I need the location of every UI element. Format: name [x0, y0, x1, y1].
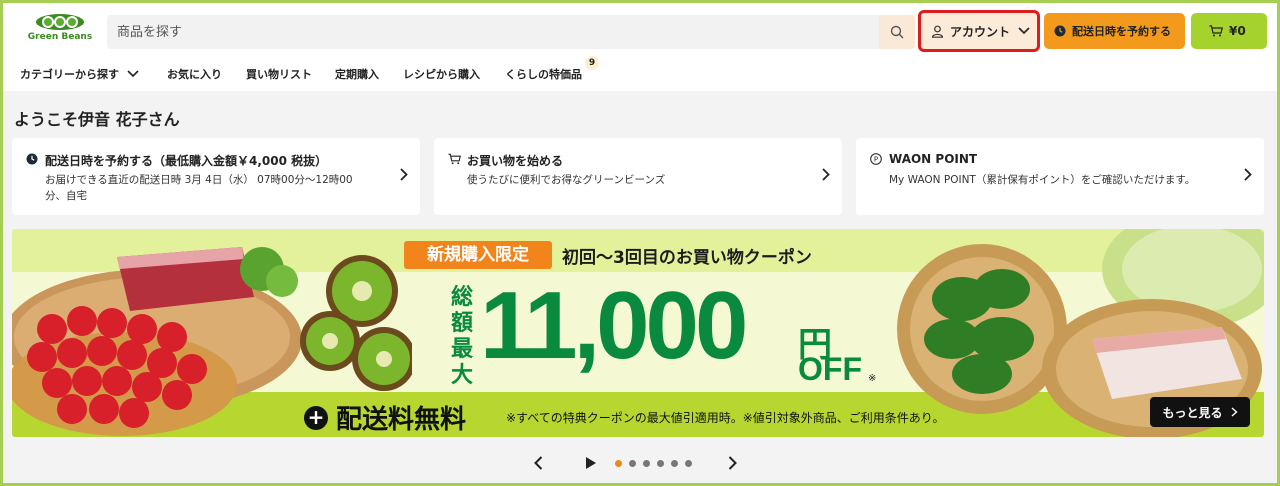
svg-text:P: P — [874, 156, 878, 164]
card-description: My WAON POINT（累計保有ポイント）をご確認いただけます。 — [889, 174, 1196, 186]
plus-icon: + — [304, 406, 328, 430]
banner-amount: 11,000 — [480, 272, 748, 379]
banner-note: ※すべての特典クーポンの最大値引適用時。※値引対象外商品、ご利用条件あり。 — [506, 411, 945, 425]
welcome-message: ようこそ伊音 花子さん — [14, 110, 180, 129]
logo-text: Green Beans — [27, 32, 93, 42]
chevron-right-icon — [1231, 407, 1238, 417]
nav-item-favorites[interactable]: お気に入り — [167, 66, 222, 82]
delivery-reserve-button[interactable]: 配送日時を予約する — [1044, 13, 1185, 49]
start-shopping-card[interactable]: お買い物を始める 使うたびに便利でお得なグリーンビーンズ — [434, 138, 842, 215]
clock-icon — [26, 153, 38, 165]
carousel-dot[interactable] — [671, 460, 678, 467]
carousel-dot[interactable] — [657, 460, 664, 467]
nav-item-recipes[interactable]: レシピから購入 — [403, 66, 480, 82]
waon-point-card[interactable]: P WAON POINT My WAON POINT（累計保有ポイント）をご確認… — [856, 138, 1264, 215]
cart-icon — [448, 153, 461, 165]
point-icon: P — [870, 153, 882, 165]
logo[interactable]: Green Beans — [25, 13, 95, 49]
carousel-next-button[interactable] — [728, 456, 737, 470]
carousel-prev-button[interactable] — [534, 456, 543, 470]
promo-banner[interactable]: 新規購入限定 初回～3回目のお買い物クーポン 総額 最大 11,000 円 OF… — [12, 229, 1264, 437]
green-beans-logo-icon — [36, 14, 84, 30]
chevron-down-icon — [1018, 27, 1030, 35]
search-input[interactable] — [107, 15, 879, 49]
banner-total-max: 総額 最大 — [450, 285, 473, 388]
banner-asterisk: ※ — [868, 373, 877, 384]
chevron-down-icon — [127, 70, 139, 78]
carousel-controls — [0, 452, 1280, 476]
search-button[interactable] — [879, 15, 915, 49]
user-icon — [931, 25, 944, 38]
search-icon — [890, 25, 904, 39]
see-more-button[interactable]: もっと見る — [1150, 397, 1250, 427]
chevron-right-icon — [400, 168, 408, 181]
carousel-play-button[interactable] — [586, 457, 596, 469]
carousel-dot[interactable] — [643, 460, 650, 467]
card-title: 配送日時を予約する（最低購入金額￥4,000 税抜） — [45, 154, 328, 168]
clock-icon — [1054, 25, 1066, 37]
nav-item-shopping-list[interactable]: 買い物リスト — [246, 66, 312, 82]
cart-total: ¥0 — [1229, 24, 1246, 38]
new-customer-badge: 新規購入限定 — [404, 241, 552, 269]
account-label: アカウント — [950, 24, 1011, 39]
card-title: WAON POINT — [889, 152, 978, 166]
nav-item-categories[interactable]: カテゴリーから探す — [20, 66, 139, 82]
carousel-dot[interactable] — [615, 460, 622, 467]
card-description: 使うたびに便利でお得なグリーンビーンズ — [467, 174, 666, 186]
carousel-dot[interactable] — [629, 460, 636, 467]
card-title: お買い物を始める — [467, 154, 564, 168]
search-box — [107, 15, 915, 49]
specials-badge: 9 — [585, 56, 599, 70]
banner-headline: 初回～3回目のお買い物クーポン — [562, 248, 812, 268]
cart-button[interactable]: ¥0 — [1191, 13, 1267, 49]
chevron-right-icon — [1244, 168, 1252, 181]
cart-icon — [1209, 25, 1223, 37]
nav-item-specials[interactable]: くらしの特価品 — [505, 66, 582, 82]
chevron-right-icon — [822, 168, 830, 181]
carousel-dot[interactable] — [685, 460, 692, 467]
nav-item-subscription[interactable]: 定期購入 — [335, 66, 379, 82]
delivery-label: 配送日時を予約する — [1072, 25, 1171, 38]
main-nav: カテゴリーから探す お気に入り 買い物リスト 定期購入 レシピから購入 くらしの… — [3, 56, 1277, 90]
delivery-card[interactable]: 配送日時を予約する（最低購入金額￥4,000 税抜） お届けできる直近の配送日時… — [12, 138, 420, 215]
free-shipping-text: 配送料無料 — [336, 405, 467, 435]
card-description: お届けできる直近の配送日時 3月 4日（水） 07時00分～12時00 分、自宅 — [45, 174, 353, 202]
account-button[interactable]: アカウント — [918, 10, 1040, 52]
banner-off: OFF — [798, 351, 862, 387]
